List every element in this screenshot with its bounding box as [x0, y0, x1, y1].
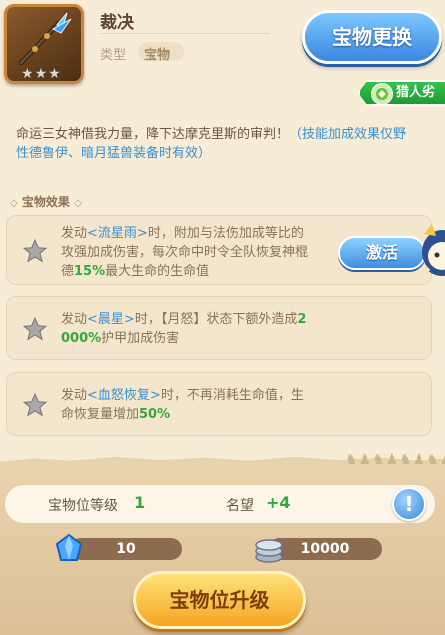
star-icon: ★ [21, 66, 34, 82]
slot-level-value: 1 [134, 493, 146, 512]
effects-section-title: ◇ 宝物效果 ◇ [10, 193, 82, 210]
star-icon [22, 392, 48, 417]
info-button[interactable]: ! [392, 487, 426, 521]
diamond-right-icon: ◇ [74, 198, 82, 209]
type-label: 类型 [100, 48, 127, 63]
effect-text: 发动<血怒恢复>时，不再消耗生命值，生 命恢复量增加50% [61, 388, 304, 422]
type-value: 宝物 [144, 48, 171, 63]
item-description: 命运三女神借我力量，降下达摩克里斯的审判！（技能加成效果仅野性德鲁伊、暗月猛兽装… [16, 125, 416, 163]
silhouette-decoration: ♞♟♞♟♞♟♞♟ [345, 452, 445, 468]
coins-icon [255, 539, 283, 563]
slot-level-label: 宝物位等级 [48, 498, 118, 514]
effect-card: 发动<血怒恢复>时，不再消耗生命值，生 命恢复量增加50% [6, 372, 432, 436]
prestige-value: +4 [266, 493, 291, 512]
description-main: 命运三女神借我力量，降下达摩克里斯的审判！ [16, 127, 290, 142]
staff-icon [18, 12, 72, 66]
star-icon: ★ [34, 66, 48, 82]
hunter-class-icon [371, 83, 393, 105]
diamond-left-icon: ◇ [10, 198, 18, 209]
prestige-label: 名望 [226, 498, 254, 514]
mascot-character-icon [422, 224, 445, 276]
item-icon-frame[interactable]: ★ ★ ★ [4, 4, 84, 84]
effect-text: 发动<流星雨>时，附加与法伤加成等比的 攻强加成伤害，每次命中时令全队恢复神棍 … [61, 226, 309, 279]
effect-text: 发动<晨星>时，【月怒】状态下额外造成2 000%护甲加成伤害 [61, 312, 307, 346]
title-divider [100, 33, 270, 34]
item-name: 裁决 [100, 13, 134, 33]
change-treasure-button[interactable]: 宝物更换 [302, 10, 442, 64]
upgrade-slot-button[interactable]: 宝物位升级 [133, 571, 306, 629]
effect-card: 发动<晨星>时，【月怒】状态下额外造成2 000%护甲加成伤害 [6, 296, 432, 360]
effects-title-text: 宝物效果 [21, 195, 70, 209]
crystal-amount: 10 [70, 538, 182, 560]
star-rating: ★ ★ ★ [21, 67, 61, 81]
star-icon [22, 316, 48, 341]
star-icon [22, 238, 48, 263]
star-icon: ★ [48, 66, 61, 82]
crystal-icon [55, 533, 83, 561]
